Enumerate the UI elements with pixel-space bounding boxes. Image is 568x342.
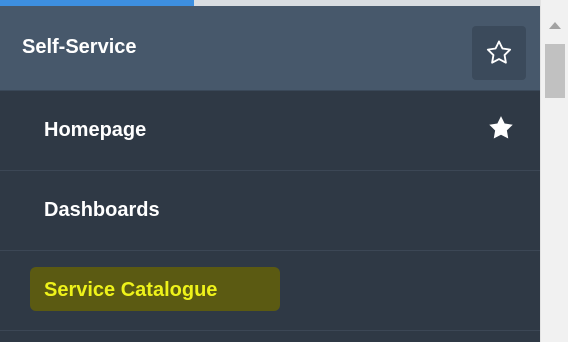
star-filled-icon[interactable] — [486, 113, 516, 143]
navigator-frame: Self-Service Homepage Dashboards Service… — [0, 0, 568, 342]
menu-item-dashboards[interactable]: Dashboards — [0, 171, 540, 251]
menu-item-label: Service Catalogue — [44, 279, 218, 301]
favorite-toggle-button[interactable] — [472, 26, 526, 80]
star-outline-icon — [486, 40, 512, 64]
application-title: Self-Service — [22, 36, 137, 58]
application-header[interactable]: Self-Service — [0, 6, 540, 91]
menu-item-label: Homepage — [44, 119, 147, 141]
menu-item-homepage[interactable]: Homepage — [0, 91, 540, 171]
menu-item-label: Dashboards — [44, 199, 160, 221]
scrollbar-thumb[interactable] — [545, 44, 565, 98]
menu-item-service-catalogue[interactable]: Service Catalogue — [0, 251, 540, 331]
scroll-up-arrow-icon[interactable] — [549, 22, 561, 29]
vertical-scrollbar[interactable] — [540, 0, 568, 342]
